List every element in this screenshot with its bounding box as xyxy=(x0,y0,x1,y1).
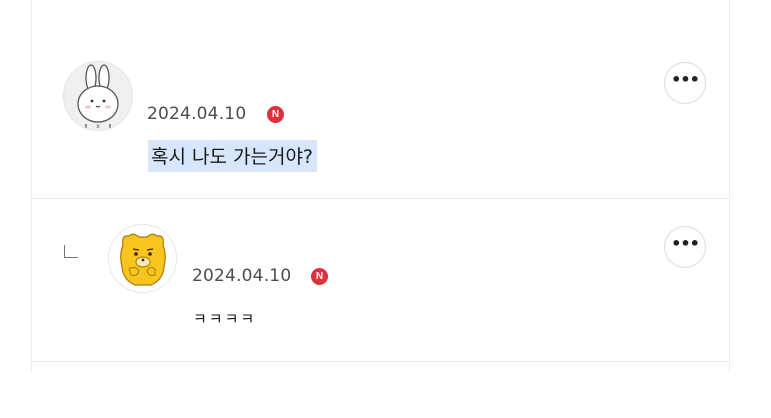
new-badge: N xyxy=(267,106,284,123)
comment-list: x 2024.04.10 N 혹시 나도 가는거야? ••• 2024.04.1… xyxy=(0,0,771,418)
comment-text: 혹시 나도 가는거야? xyxy=(148,140,318,172)
comment-divider xyxy=(31,361,730,362)
comment-date: 2024.04.10 xyxy=(192,266,292,286)
yellow-character-avatar-icon[interactable] xyxy=(108,224,177,293)
new-badge: N xyxy=(311,268,328,285)
more-options-icon: ••• xyxy=(671,70,700,89)
comment-item: x 2024.04.10 N 혹시 나도 가는거야? ••• xyxy=(0,0,771,198)
comment-text: ㅋㅋㅋㅋ xyxy=(193,310,257,328)
more-options-button[interactable]: ••• xyxy=(664,62,706,104)
svg-text:x: x xyxy=(96,123,100,130)
more-options-icon: ••• xyxy=(671,234,700,253)
more-options-button[interactable]: ••• xyxy=(664,226,706,268)
rabbit-avatar-icon[interactable]: x xyxy=(63,61,133,131)
reply-comment-item: 2024.04.10 N ㅋㅋㅋㅋ ••• xyxy=(0,199,771,361)
comment-date: 2024.04.10 xyxy=(147,104,247,124)
reply-indicator-icon xyxy=(64,245,78,258)
